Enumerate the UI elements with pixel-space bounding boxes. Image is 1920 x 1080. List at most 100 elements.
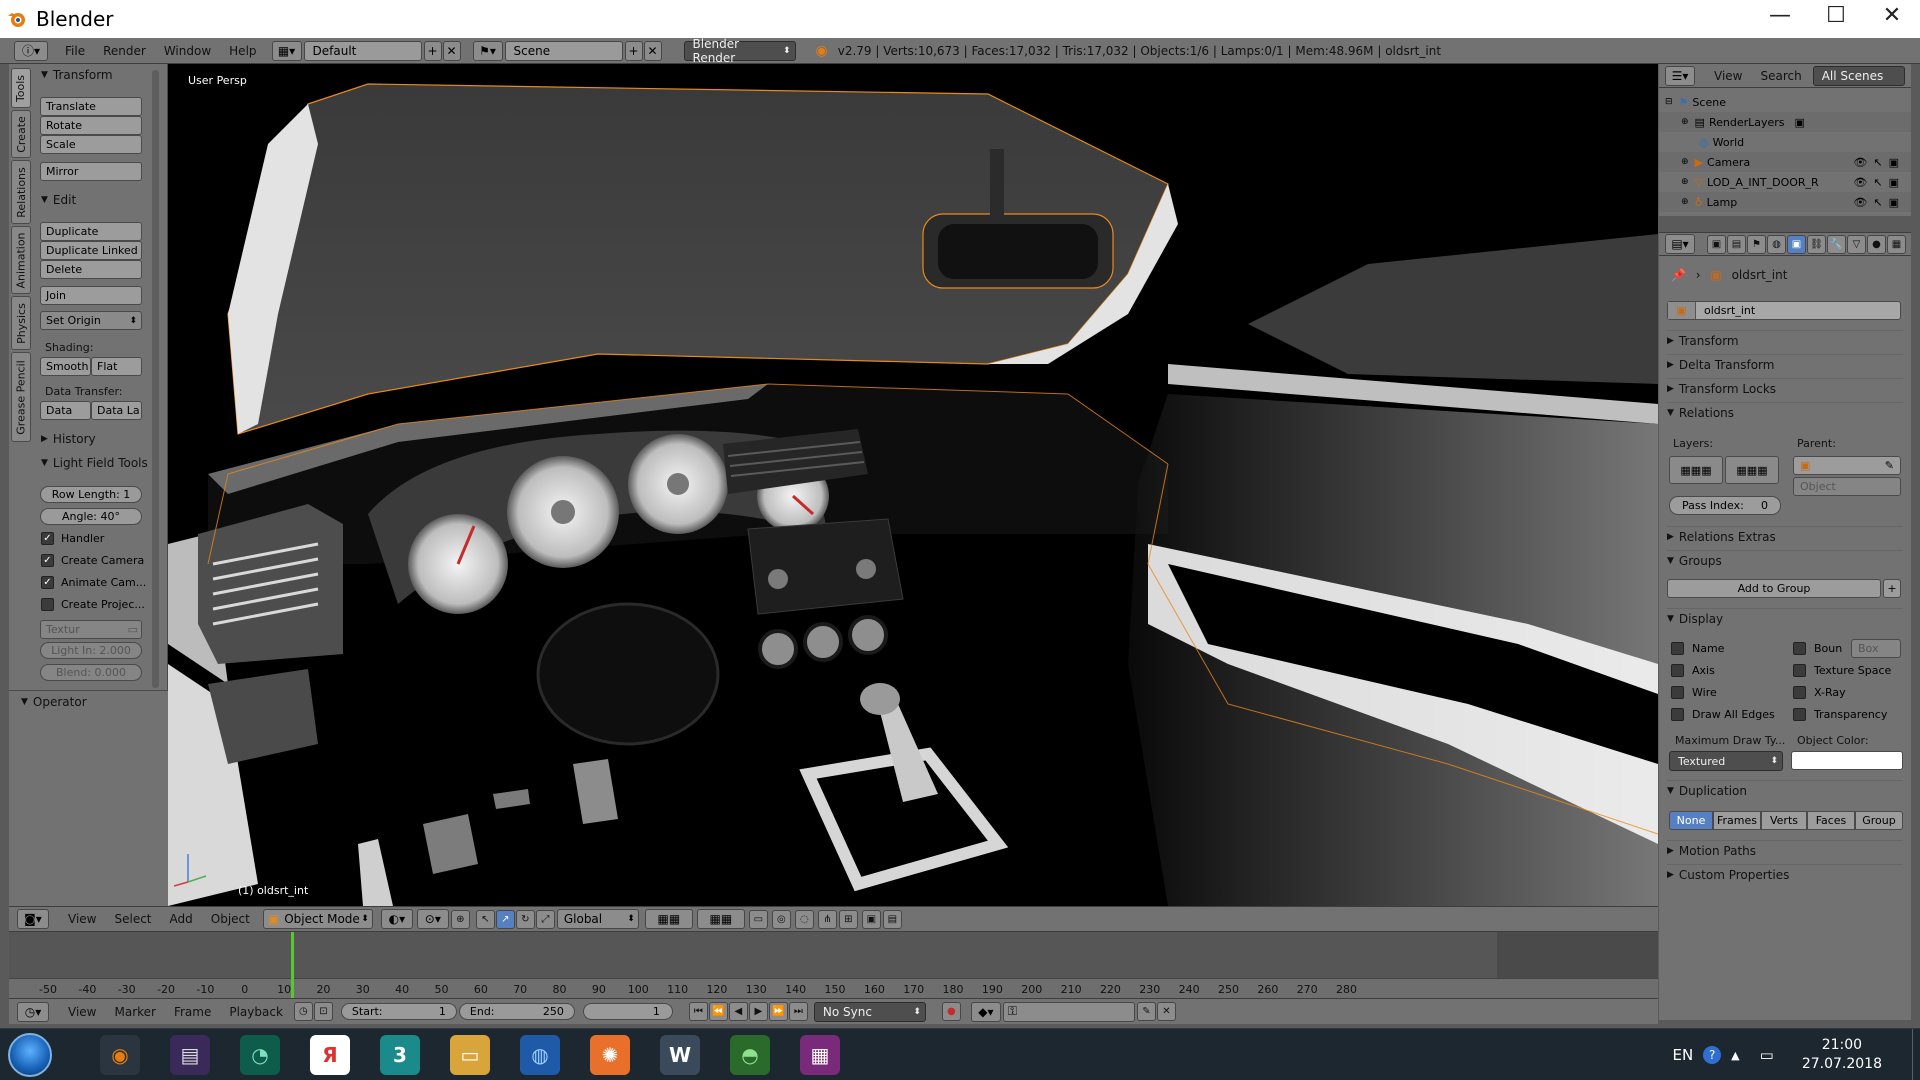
panel-operator-header[interactable]: ▼ Operator	[21, 693, 87, 711]
render-preview-icon[interactable]: ▣	[861, 909, 881, 929]
opengl-render-icon[interactable]: ▤	[882, 909, 902, 929]
outliner-row-lamp[interactable]: ⊕ ♁ Lamp 👁↖▣	[1659, 192, 1911, 212]
viewport-shading-icon[interactable]: ◐▾	[380, 909, 413, 929]
minimize-button[interactable]: —	[1752, 0, 1808, 30]
display-xray-checkbox[interactable]: X-Ray	[1793, 684, 1846, 700]
menu-select[interactable]: Select	[105, 912, 160, 926]
delete-layout-icon[interactable]: ✕	[442, 40, 461, 61]
material-tab-icon[interactable]: ●	[1867, 234, 1886, 254]
menu-file[interactable]: File	[56, 44, 94, 58]
taskbar-app-winrar-icon[interactable]: ▤	[170, 1035, 210, 1075]
lock-layers-icon[interactable]: ▭	[748, 909, 768, 929]
menu-render[interactable]: Render	[94, 44, 155, 58]
outliner-row-scene[interactable]: ⊟ ⚑ Scene	[1659, 92, 1911, 112]
timeline[interactable]: -50 -40 -30 -20 -10 0 10 20 30 40 50 60 70 80 90 100 110…	[9, 932, 1658, 998]
layers-tab-icon[interactable]: ▤	[1727, 234, 1746, 254]
manipulator-toggle-icon[interactable]: ⊕	[450, 909, 470, 929]
taskbar-app-word-icon[interactable]: W	[660, 1035, 700, 1075]
start-button-icon[interactable]	[8, 1033, 52, 1077]
pivot-point-icon[interactable]: ⊙▾	[416, 909, 449, 929]
display-bounds-checkbox[interactable]: Boun	[1793, 640, 1842, 656]
taskbar-app-browser-icon[interactable]: ◍	[520, 1035, 560, 1075]
menu-window[interactable]: Window	[155, 44, 220, 58]
angle-field[interactable]: Angle: 40°	[40, 508, 142, 525]
constraints-tab-icon[interactable]: ⛓	[1807, 234, 1826, 254]
taskbar-app-network-icon[interactable]: ◓	[730, 1035, 770, 1075]
keying-set-field[interactable]: ⚿	[1002, 1001, 1135, 1022]
taskbar-app-explorer-icon[interactable]: ▭	[450, 1035, 490, 1075]
snap-element-icon[interactable]: ⊞	[838, 909, 858, 929]
handler-checkbox[interactable]: ✓ Handler	[41, 530, 104, 546]
taskbar-app-ubuntu-icon[interactable]: ✺	[590, 1035, 630, 1075]
tab-grease-pencil[interactable]: Grease Pencil	[11, 352, 31, 442]
layer-grid-1[interactable]: ▦▦▦	[1669, 456, 1723, 484]
add-scene-icon[interactable]: +	[624, 40, 643, 61]
show-desktop-button[interactable]	[1912, 1029, 1920, 1080]
menu-frame[interactable]: Frame	[165, 1005, 220, 1019]
menu-view[interactable]: View	[59, 912, 105, 926]
taskbar-app-monitor-icon[interactable]: ◔	[240, 1035, 280, 1075]
translate-button[interactable]: Translate	[40, 97, 142, 116]
help-icon[interactable]: ?	[1703, 1046, 1722, 1064]
play-reverse-icon[interactable]: ◀	[728, 1002, 748, 1021]
jump-start-icon[interactable]: ⏮	[688, 1002, 708, 1021]
panel-edit-header[interactable]: ▼ Edit	[41, 191, 76, 209]
add-to-group-button[interactable]: Add to Group	[1667, 579, 1881, 598]
editor-type-properties-icon[interactable]: ▤▾	[1665, 234, 1695, 254]
menu-help[interactable]: Help	[220, 44, 265, 58]
panel-custom-properties[interactable]: ▶ Custom Properties	[1667, 864, 1903, 884]
snap-icon[interactable]: ⋔	[817, 909, 837, 929]
duplicate-linked-button[interactable]: Duplicate Linked	[40, 241, 142, 260]
scale-button[interactable]: Scale	[40, 135, 142, 154]
outliner-row-lod-door[interactable]: ⊕ ▽ LOD_A_INT_DOOR_RIG 👁↖▣	[1659, 172, 1911, 192]
layers-group-1-icon[interactable]: ▦▦	[644, 909, 693, 929]
tab-create[interactable]: Create	[11, 110, 31, 158]
editor-type-3dview-icon[interactable]: ◙▾	[17, 909, 49, 929]
display-name-checkbox[interactable]: Name	[1671, 640, 1724, 656]
panel-relations-extras[interactable]: ▶ Relations Extras	[1667, 526, 1903, 546]
translate-manipulator-icon[interactable]: ↗	[495, 909, 515, 929]
parent-field[interactable]: ▣ ✎	[1793, 456, 1901, 475]
rotate-manipulator-icon[interactable]: ↻	[515, 909, 535, 929]
outliner-row-world[interactable]: ◍ World	[1659, 132, 1911, 152]
delete-button[interactable]: Delete	[40, 260, 142, 279]
start-frame-field[interactable]: Start: 1	[340, 1003, 457, 1020]
record-icon[interactable]: ●	[941, 1002, 961, 1021]
panel-groups[interactable]: ▼ Groups	[1667, 550, 1903, 570]
outliner-search-menu[interactable]: Search	[1751, 69, 1810, 83]
manipulator-icon[interactable]: ↖	[475, 909, 495, 929]
taskbar-app-yandex-icon[interactable]: Я	[310, 1035, 350, 1075]
menu-timeline-view[interactable]: View	[59, 1005, 105, 1019]
display-all-edges-checkbox[interactable]: Draw All Edges	[1671, 706, 1775, 722]
panel-display[interactable]: ▼ Display	[1667, 608, 1903, 628]
menu-marker[interactable]: Marker	[105, 1005, 164, 1019]
tab-physics[interactable]: Physics	[11, 296, 31, 350]
jump-end-icon[interactable]: ⏭	[788, 1002, 808, 1021]
screen-layout-icon[interactable]: ▦▾	[271, 40, 302, 61]
proportional-edit-icon[interactable]: ◌	[794, 909, 814, 929]
layer-grid-2[interactable]: ▦▦▦	[1725, 456, 1779, 484]
delete-keyframe-icon[interactable]: ✕	[1156, 1002, 1176, 1021]
visibility-icons[interactable]: 👁↖▣	[1853, 176, 1905, 189]
outliner-display-select[interactable]: All Scenes	[1812, 65, 1905, 86]
panel-transform-header[interactable]: ▼ Transform	[41, 66, 113, 84]
taskbar-app-3ds-max-icon[interactable]: 3	[380, 1035, 420, 1075]
add-layout-icon[interactable]: +	[423, 40, 442, 61]
outliner-row-camera[interactable]: ⊕ ▶ Camera 👁↖▣	[1659, 152, 1911, 172]
scene-icon[interactable]: ⚑▾	[472, 40, 503, 61]
delete-scene-icon[interactable]: ✕	[643, 40, 662, 61]
menu-object[interactable]: Object	[202, 912, 259, 926]
network-icon[interactable]: ▭	[1760, 1046, 1774, 1064]
render-tab-icon[interactable]: ▣	[1707, 234, 1726, 254]
display-axis-checkbox[interactable]: Axis	[1671, 662, 1715, 678]
current-frame-marker[interactable]	[291, 932, 294, 998]
insert-keyframe-icon[interactable]: ✎	[1136, 1002, 1156, 1021]
jump-keyframe-back-icon[interactable]: ⏪	[708, 1002, 728, 1021]
render-engine-select[interactable]: Blender Render ⬍	[683, 37, 796, 65]
dup-faces-button[interactable]: Faces	[1807, 811, 1855, 830]
editor-type-outliner-icon[interactable]: ☰▾	[1665, 65, 1695, 86]
close-button[interactable]: ✕	[1864, 0, 1920, 30]
visibility-icons[interactable]: 👁↖▣	[1853, 196, 1905, 209]
input-language[interactable]: EN	[1672, 1046, 1693, 1064]
orientation-select[interactable]: Global ⬍	[556, 909, 639, 929]
